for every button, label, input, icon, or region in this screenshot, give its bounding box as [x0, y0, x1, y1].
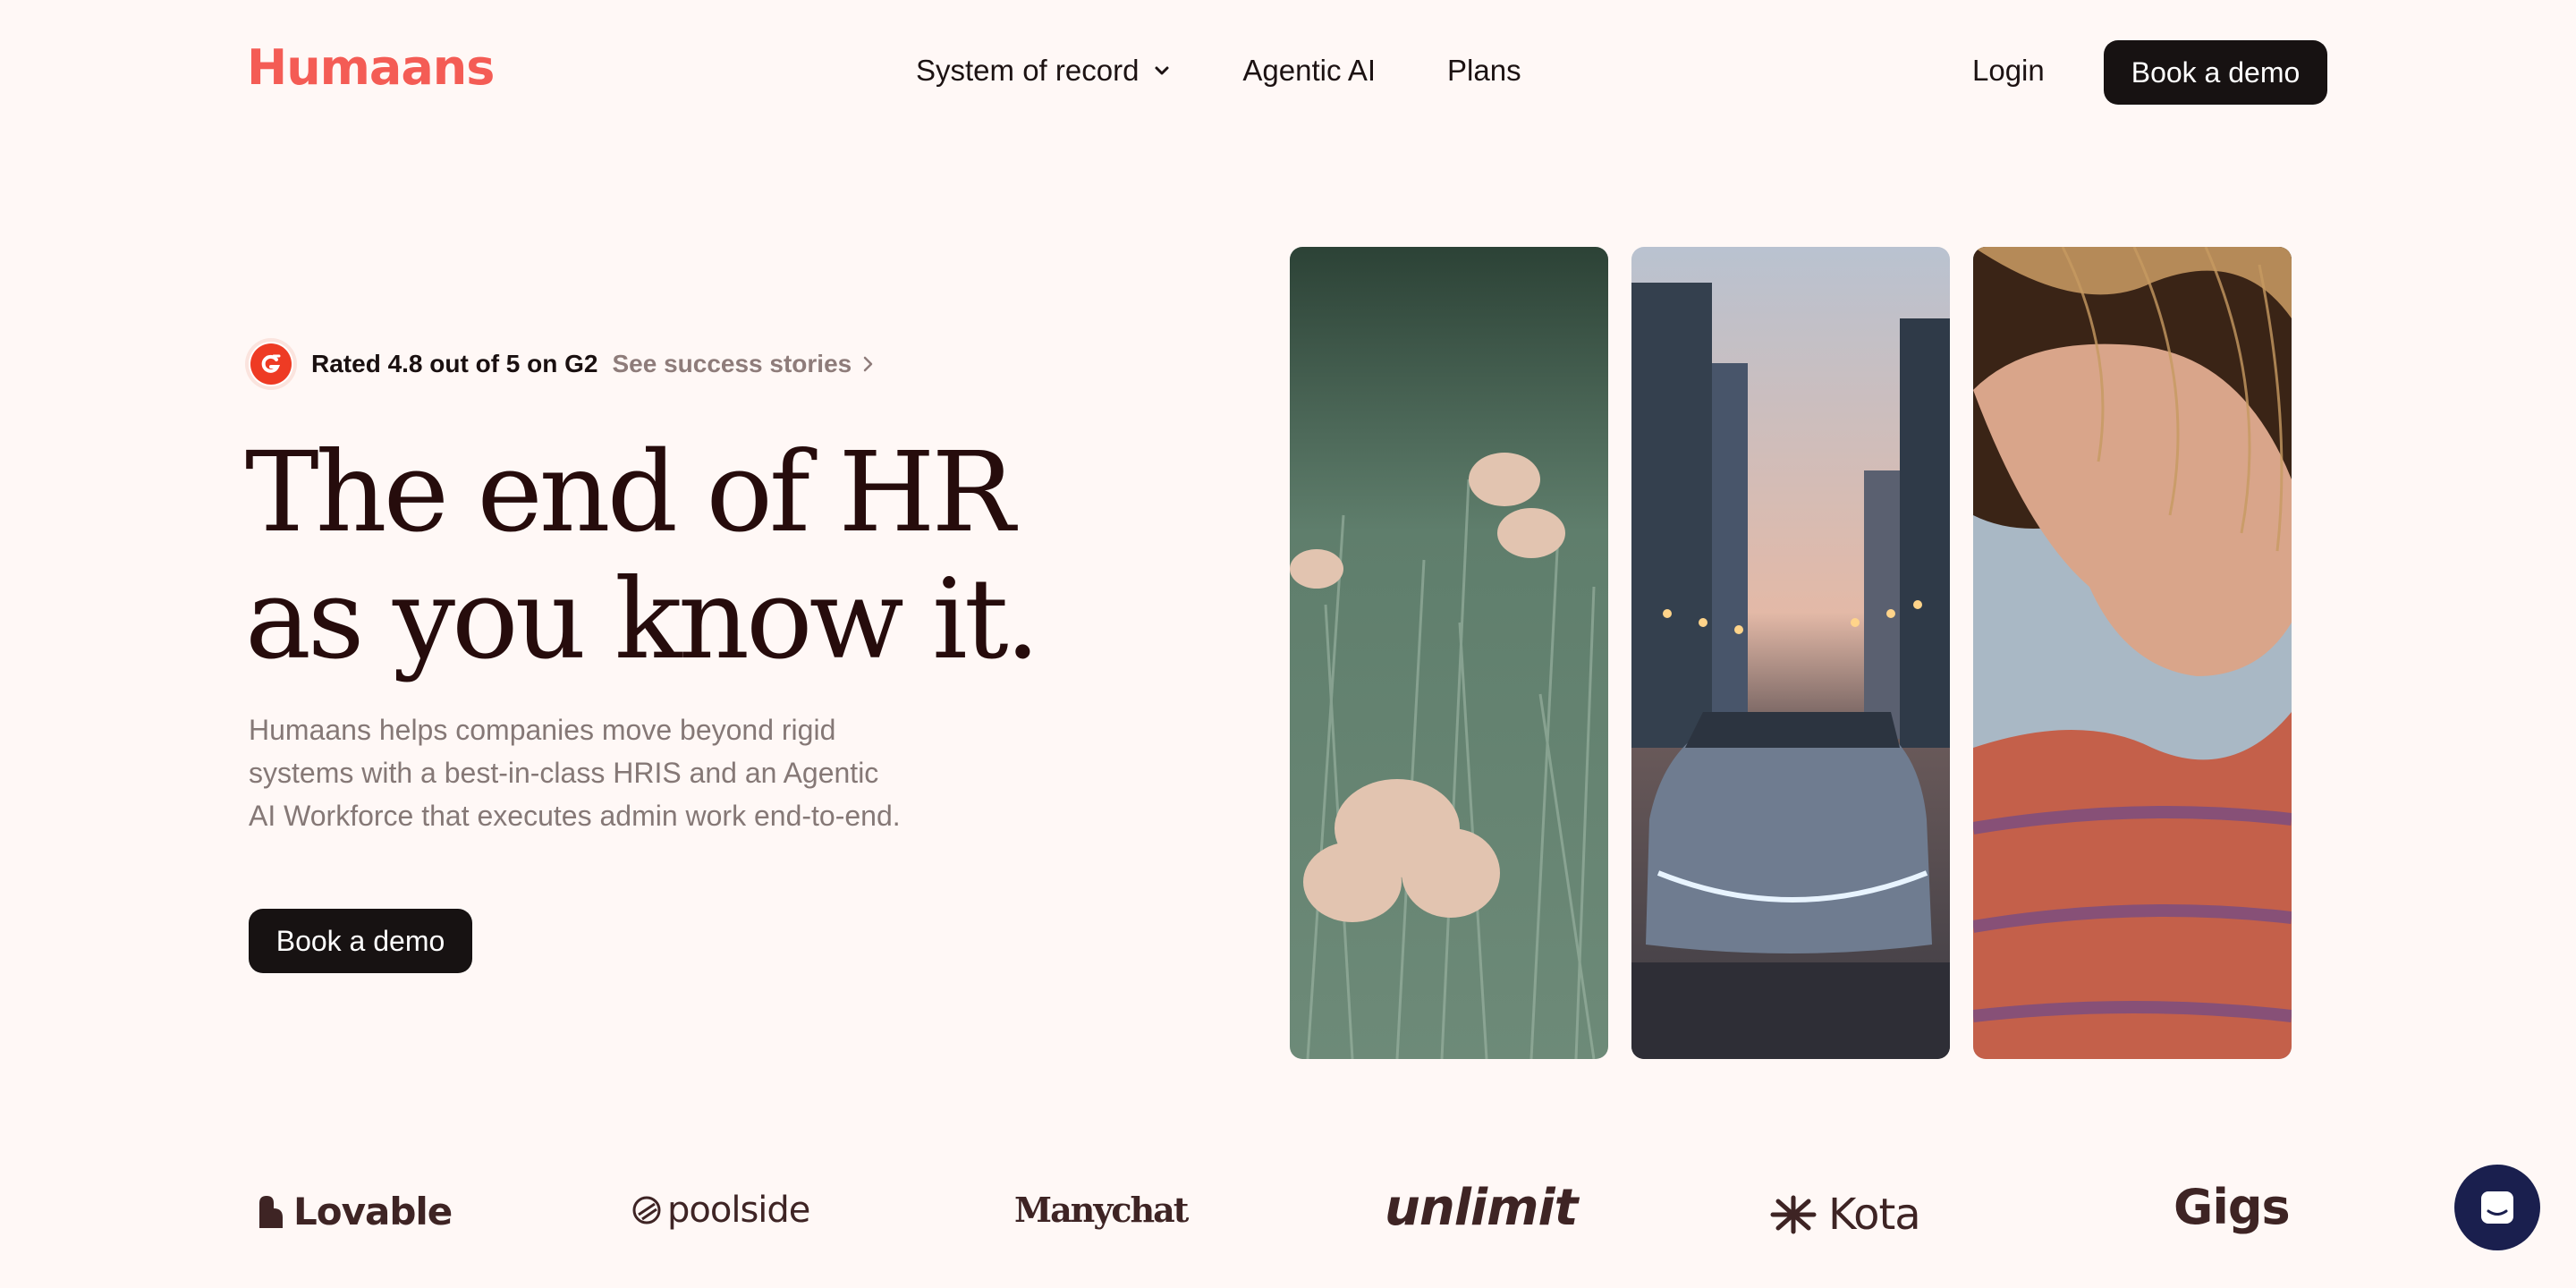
- subtitle-line-2: systems with a best-in-class HRIS and an…: [249, 757, 879, 789]
- nav-system-of-record[interactable]: System of record: [916, 54, 1171, 88]
- hero-headline: The end of HR as you know it.: [245, 428, 1040, 684]
- logo-manychat: Manychat: [1014, 1190, 1189, 1230]
- nav-links: System of record Agentic AI Plans: [916, 54, 1593, 88]
- logo-unlimit: unlimit: [1385, 1179, 1578, 1237]
- customer-logos: Lovable poolside Manychat unlimit Kota G…: [0, 1172, 2576, 1261]
- woman-portrait-image: [1973, 247, 2292, 1059]
- rating-text: Rated 4.8 out of 5 on G2: [311, 350, 598, 377]
- headline-line-1: The end of HR: [245, 428, 1015, 557]
- nav-book-demo-button[interactable]: Book a demo: [2104, 40, 2327, 105]
- g2-icon: [249, 342, 293, 386]
- nav-plans[interactable]: Plans: [1447, 54, 1521, 88]
- hero-book-demo-button[interactable]: Book a demo: [249, 909, 472, 973]
- logo-kota: Kota: [1766, 1190, 1921, 1240]
- login-link[interactable]: Login: [1972, 54, 2045, 88]
- city-car-image: [1631, 247, 1950, 1059]
- hero-subtitle: Humaans helps companies move beyond rigi…: [249, 708, 964, 837]
- lovable-icon: [259, 1195, 283, 1228]
- chat-icon: [2481, 1191, 2513, 1224]
- success-stories-label: See success stories: [612, 350, 852, 377]
- nav-system-of-record-label: System of record: [916, 54, 1140, 87]
- subtitle-line-1: Humaans helps companies move beyond rigi…: [249, 714, 836, 746]
- chevron-right-icon: [863, 356, 873, 372]
- chevron-down-icon: [1155, 66, 1169, 75]
- humaans-logo[interactable]: Humaans: [247, 39, 495, 96]
- subtitle-line-3: AI Workforce that executes admin work en…: [249, 800, 901, 832]
- nav-agentic-ai[interactable]: Agentic AI: [1242, 54, 1376, 88]
- logo-poolside: poolside: [631, 1190, 810, 1231]
- logo-gigs: Gigs: [2174, 1179, 2291, 1235]
- g2-rating: Rated 4.8 out of 5 on G2 See success sto…: [249, 342, 875, 386]
- kota-icon: [1770, 1195, 1817, 1234]
- chat-launcher-button[interactable]: [2454, 1165, 2540, 1250]
- flowers-image: [1290, 247, 1608, 1059]
- success-stories-link[interactable]: See success stories: [612, 350, 875, 378]
- headline-line-2: as you know it.: [245, 555, 1040, 684]
- top-nav: Humaans System of record Agentic AI Plan…: [0, 0, 2576, 147]
- logo-lovable: Lovable: [256, 1190, 453, 1233]
- poolside-icon: [632, 1196, 661, 1224]
